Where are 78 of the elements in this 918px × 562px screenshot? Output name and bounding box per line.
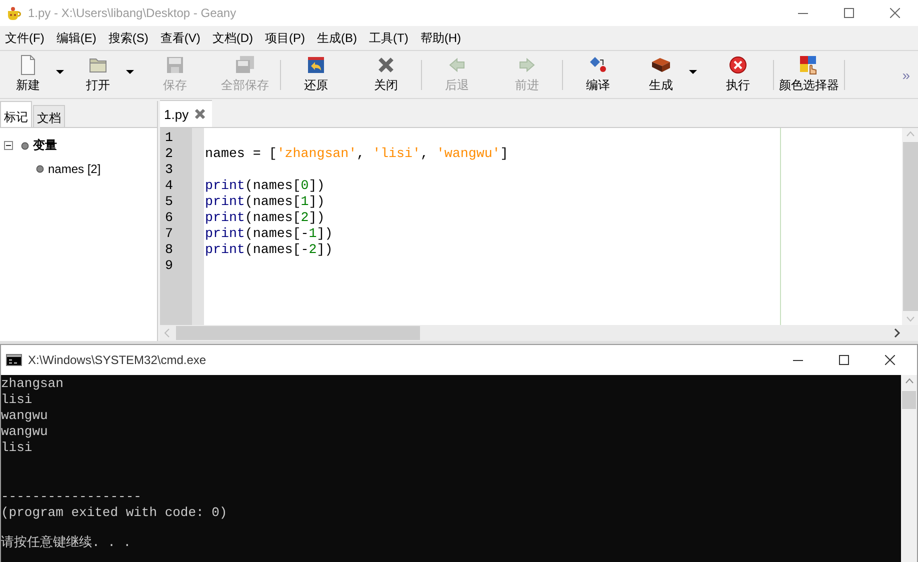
menu-item[interactable]: 文档(D) xyxy=(207,30,258,46)
x-circle-icon xyxy=(729,56,747,74)
console-line: 请按任意键继续. . . xyxy=(1,535,132,551)
menu-item[interactable]: 生成(B) xyxy=(312,30,362,46)
floppy-disks-icon xyxy=(235,56,255,74)
scrollbar-thumb[interactable] xyxy=(176,326,420,340)
line-number: 1 xyxy=(164,130,174,146)
menu-item[interactable]: 搜索(S) xyxy=(103,30,154,46)
menu-item[interactable]: 编辑(E) xyxy=(51,30,102,46)
toolbar-button[interactable]: 执行 xyxy=(703,52,773,98)
undo-icon xyxy=(307,56,325,74)
code-line: print(names[-1]) xyxy=(204,226,333,242)
palette-icon xyxy=(799,55,819,75)
line-number: 7 xyxy=(164,226,174,242)
console-line: ------------------ xyxy=(1,489,142,505)
compile-icon xyxy=(589,56,607,74)
vertical-scrollbar[interactable] xyxy=(901,375,917,562)
toolbar-button[interactable]: 打开 xyxy=(70,52,126,98)
sidebar-tab[interactable]: 标记 xyxy=(0,101,32,127)
vertical-scrollbar[interactable] xyxy=(902,128,918,325)
scrollbar-thumb[interactable] xyxy=(902,142,918,311)
menu-item[interactable]: 帮助(H) xyxy=(415,30,466,46)
maximize-icon xyxy=(844,8,854,18)
close-icon xyxy=(885,355,895,365)
toolbar-button[interactable]: 关闭 xyxy=(351,52,421,98)
toolbar-button[interactable]: 编译 xyxy=(563,52,633,98)
toolbar-button[interactable]: 新建 xyxy=(0,52,56,98)
bullet-icon xyxy=(36,164,44,172)
console-line: zhangsan xyxy=(1,376,64,392)
code-line: names = ['zhangsan', 'lisi', 'wangwu'] xyxy=(204,146,508,162)
brick-icon xyxy=(651,56,671,74)
toolbar-button[interactable]: 还原 xyxy=(281,52,351,98)
tree-item[interactable]: 变量 xyxy=(33,137,57,154)
menu-item[interactable]: 文件(F) xyxy=(0,30,50,46)
caret-icon xyxy=(56,70,64,74)
horizontal-scrollbar[interactable] xyxy=(160,325,918,341)
line-number: 6 xyxy=(164,210,174,226)
terminal-icon xyxy=(6,354,22,366)
console-line: wangwu xyxy=(1,424,48,440)
line-number: 3 xyxy=(164,162,174,178)
code-line: print(names[0]) xyxy=(204,178,325,194)
forward-arrow-icon xyxy=(518,56,536,74)
menu-item[interactable]: 项目(P) xyxy=(260,30,310,46)
window-title: 1.py - X:\Users\libang\Desktop - Geany xyxy=(28,6,236,20)
close-icon[interactable] xyxy=(194,108,206,120)
scrollbar-thumb[interactable] xyxy=(902,391,916,409)
menu-item[interactable]: 工具(T) xyxy=(364,30,414,46)
line-number: 9 xyxy=(164,258,174,274)
console-line: lisi xyxy=(1,392,32,408)
toolbar-button[interactable]: 颜色选择器 xyxy=(774,52,844,98)
caret-icon xyxy=(126,70,134,74)
caret-icon xyxy=(689,70,697,74)
close-icon xyxy=(377,56,395,74)
toolbar-button[interactable]: 生成 xyxy=(633,52,689,98)
bullet-icon xyxy=(21,142,29,150)
expander-icon[interactable] xyxy=(4,141,13,150)
code-line: print(names[1]) xyxy=(204,194,325,210)
close-icon xyxy=(890,8,900,18)
teapot-icon xyxy=(6,6,22,20)
console-line: (program exited with code: 0) xyxy=(1,505,228,521)
code-line: print(names[2]) xyxy=(204,210,325,226)
code-line: print(names[-2]) xyxy=(204,242,333,258)
back-arrow-icon xyxy=(448,56,466,74)
overflow-button[interactable]: » xyxy=(894,67,918,83)
sidebar-tab[interactable]: 文档 xyxy=(33,105,65,127)
file-tab[interactable]: 1.py xyxy=(160,100,212,127)
console-line: lisi xyxy=(1,440,32,456)
line-number: 8 xyxy=(164,242,174,258)
document-icon xyxy=(19,55,37,75)
console-line: wangwu xyxy=(1,408,48,424)
window-title: X:\Windows\SYSTEM32\cmd.exe xyxy=(28,353,206,367)
line-number: 5 xyxy=(164,194,174,210)
menu-item[interactable]: 查看(V) xyxy=(155,30,206,46)
folder-icon xyxy=(89,56,107,74)
line-number: 2 xyxy=(164,146,174,162)
maximize-icon xyxy=(839,355,849,365)
tree-item[interactable]: names [2] xyxy=(48,162,101,176)
line-number: 4 xyxy=(164,178,174,194)
